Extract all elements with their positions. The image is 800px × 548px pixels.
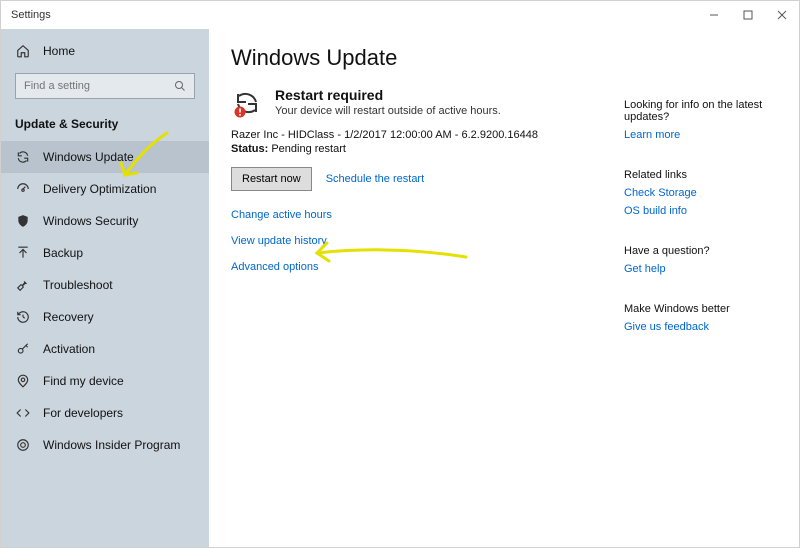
status-subtext: Your device will restart outside of acti… <box>275 105 501 117</box>
sidebar-item-activation[interactable]: Activation <box>1 333 209 365</box>
sidebar-item-insider-program[interactable]: Windows Insider Program <box>1 429 209 461</box>
home-icon <box>15 44 31 58</box>
page-title: Windows Update <box>231 45 614 71</box>
status-title: Restart required <box>275 87 501 103</box>
sidebar-item-label: For developers <box>43 406 123 420</box>
sidebar-item-recovery[interactable]: Recovery <box>1 301 209 333</box>
search-icon <box>174 80 186 92</box>
minimize-button[interactable] <box>697 1 731 29</box>
sidebar-item-delivery-optimization[interactable]: Delivery Optimization <box>1 173 209 205</box>
sidebar-item-windows-security[interactable]: Windows Security <box>1 205 209 237</box>
search-input[interactable] <box>15 73 195 99</box>
check-storage-link[interactable]: Check Storage <box>624 187 783 199</box>
close-button[interactable] <box>765 1 799 29</box>
sidebar-item-label: Recovery <box>43 310 94 324</box>
window-controls <box>697 1 799 29</box>
main-panel: Windows Update <box>209 29 624 547</box>
location-icon <box>15 374 31 388</box>
restart-now-button[interactable]: Restart now <box>231 167 312 191</box>
sidebar-item-for-developers[interactable]: For developers <box>1 397 209 429</box>
wrench-icon <box>15 278 31 292</box>
code-icon <box>15 406 31 420</box>
sidebar-item-label: Backup <box>43 246 83 260</box>
maximize-button[interactable] <box>731 1 765 29</box>
os-build-info-link[interactable]: OS build info <box>624 205 783 217</box>
question-title: Have a question? <box>624 245 783 257</box>
history-icon <box>15 310 31 324</box>
sidebar-item-find-my-device[interactable]: Find my device <box>1 365 209 397</box>
right-panel: Looking for info on the latest updates? … <box>624 29 799 547</box>
sidebar-item-label: Windows Update <box>43 150 134 164</box>
sidebar-item-troubleshoot[interactable]: Troubleshoot <box>1 269 209 301</box>
sidebar-item-label: Windows Insider Program <box>43 438 180 452</box>
related-links-title: Related links <box>624 169 783 181</box>
shield-icon <box>15 214 31 228</box>
sidebar-category: Update & Security <box>1 109 209 141</box>
sidebar: Home Update & Security Windows Update De… <box>1 29 209 547</box>
sidebar-item-label: Delivery Optimization <box>43 182 156 196</box>
sidebar-item-label: Home <box>43 44 75 58</box>
sidebar-item-label: Windows Security <box>43 214 138 228</box>
feedback-link[interactable]: Give us feedback <box>624 321 783 333</box>
sidebar-item-label: Troubleshoot <box>43 278 113 292</box>
sidebar-item-windows-update[interactable]: Windows Update <box>1 141 209 173</box>
sync-icon <box>15 150 31 164</box>
learn-more-link[interactable]: Learn more <box>624 129 783 141</box>
insider-icon <box>15 438 31 452</box>
titlebar: Settings <box>1 1 799 29</box>
advanced-options-link[interactable]: Advanced options <box>231 261 614 273</box>
view-update-history-link[interactable]: View update history <box>231 235 614 247</box>
sidebar-item-label: Activation <box>43 342 95 356</box>
schedule-restart-link[interactable]: Schedule the restart <box>326 173 424 185</box>
sidebar-item-backup[interactable]: Backup <box>1 237 209 269</box>
sidebar-item-home[interactable]: Home <box>1 35 209 67</box>
better-title: Make Windows better <box>624 303 783 315</box>
info-title: Looking for info on the latest updates? <box>624 99 783 123</box>
speedometer-icon <box>15 182 31 196</box>
get-help-link[interactable]: Get help <box>624 263 783 275</box>
refresh-alert-icon <box>231 87 263 119</box>
update-status: Status: Pending restart <box>231 143 614 155</box>
sidebar-item-label: Find my device <box>43 374 124 388</box>
change-active-hours-link[interactable]: Change active hours <box>231 209 614 221</box>
window-title: Settings <box>11 9 51 21</box>
upload-icon <box>15 246 31 260</box>
update-item: Razer Inc - HIDClass - 1/2/2017 12:00:00… <box>231 129 614 141</box>
key-icon <box>15 342 31 356</box>
search-field[interactable] <box>24 80 174 92</box>
